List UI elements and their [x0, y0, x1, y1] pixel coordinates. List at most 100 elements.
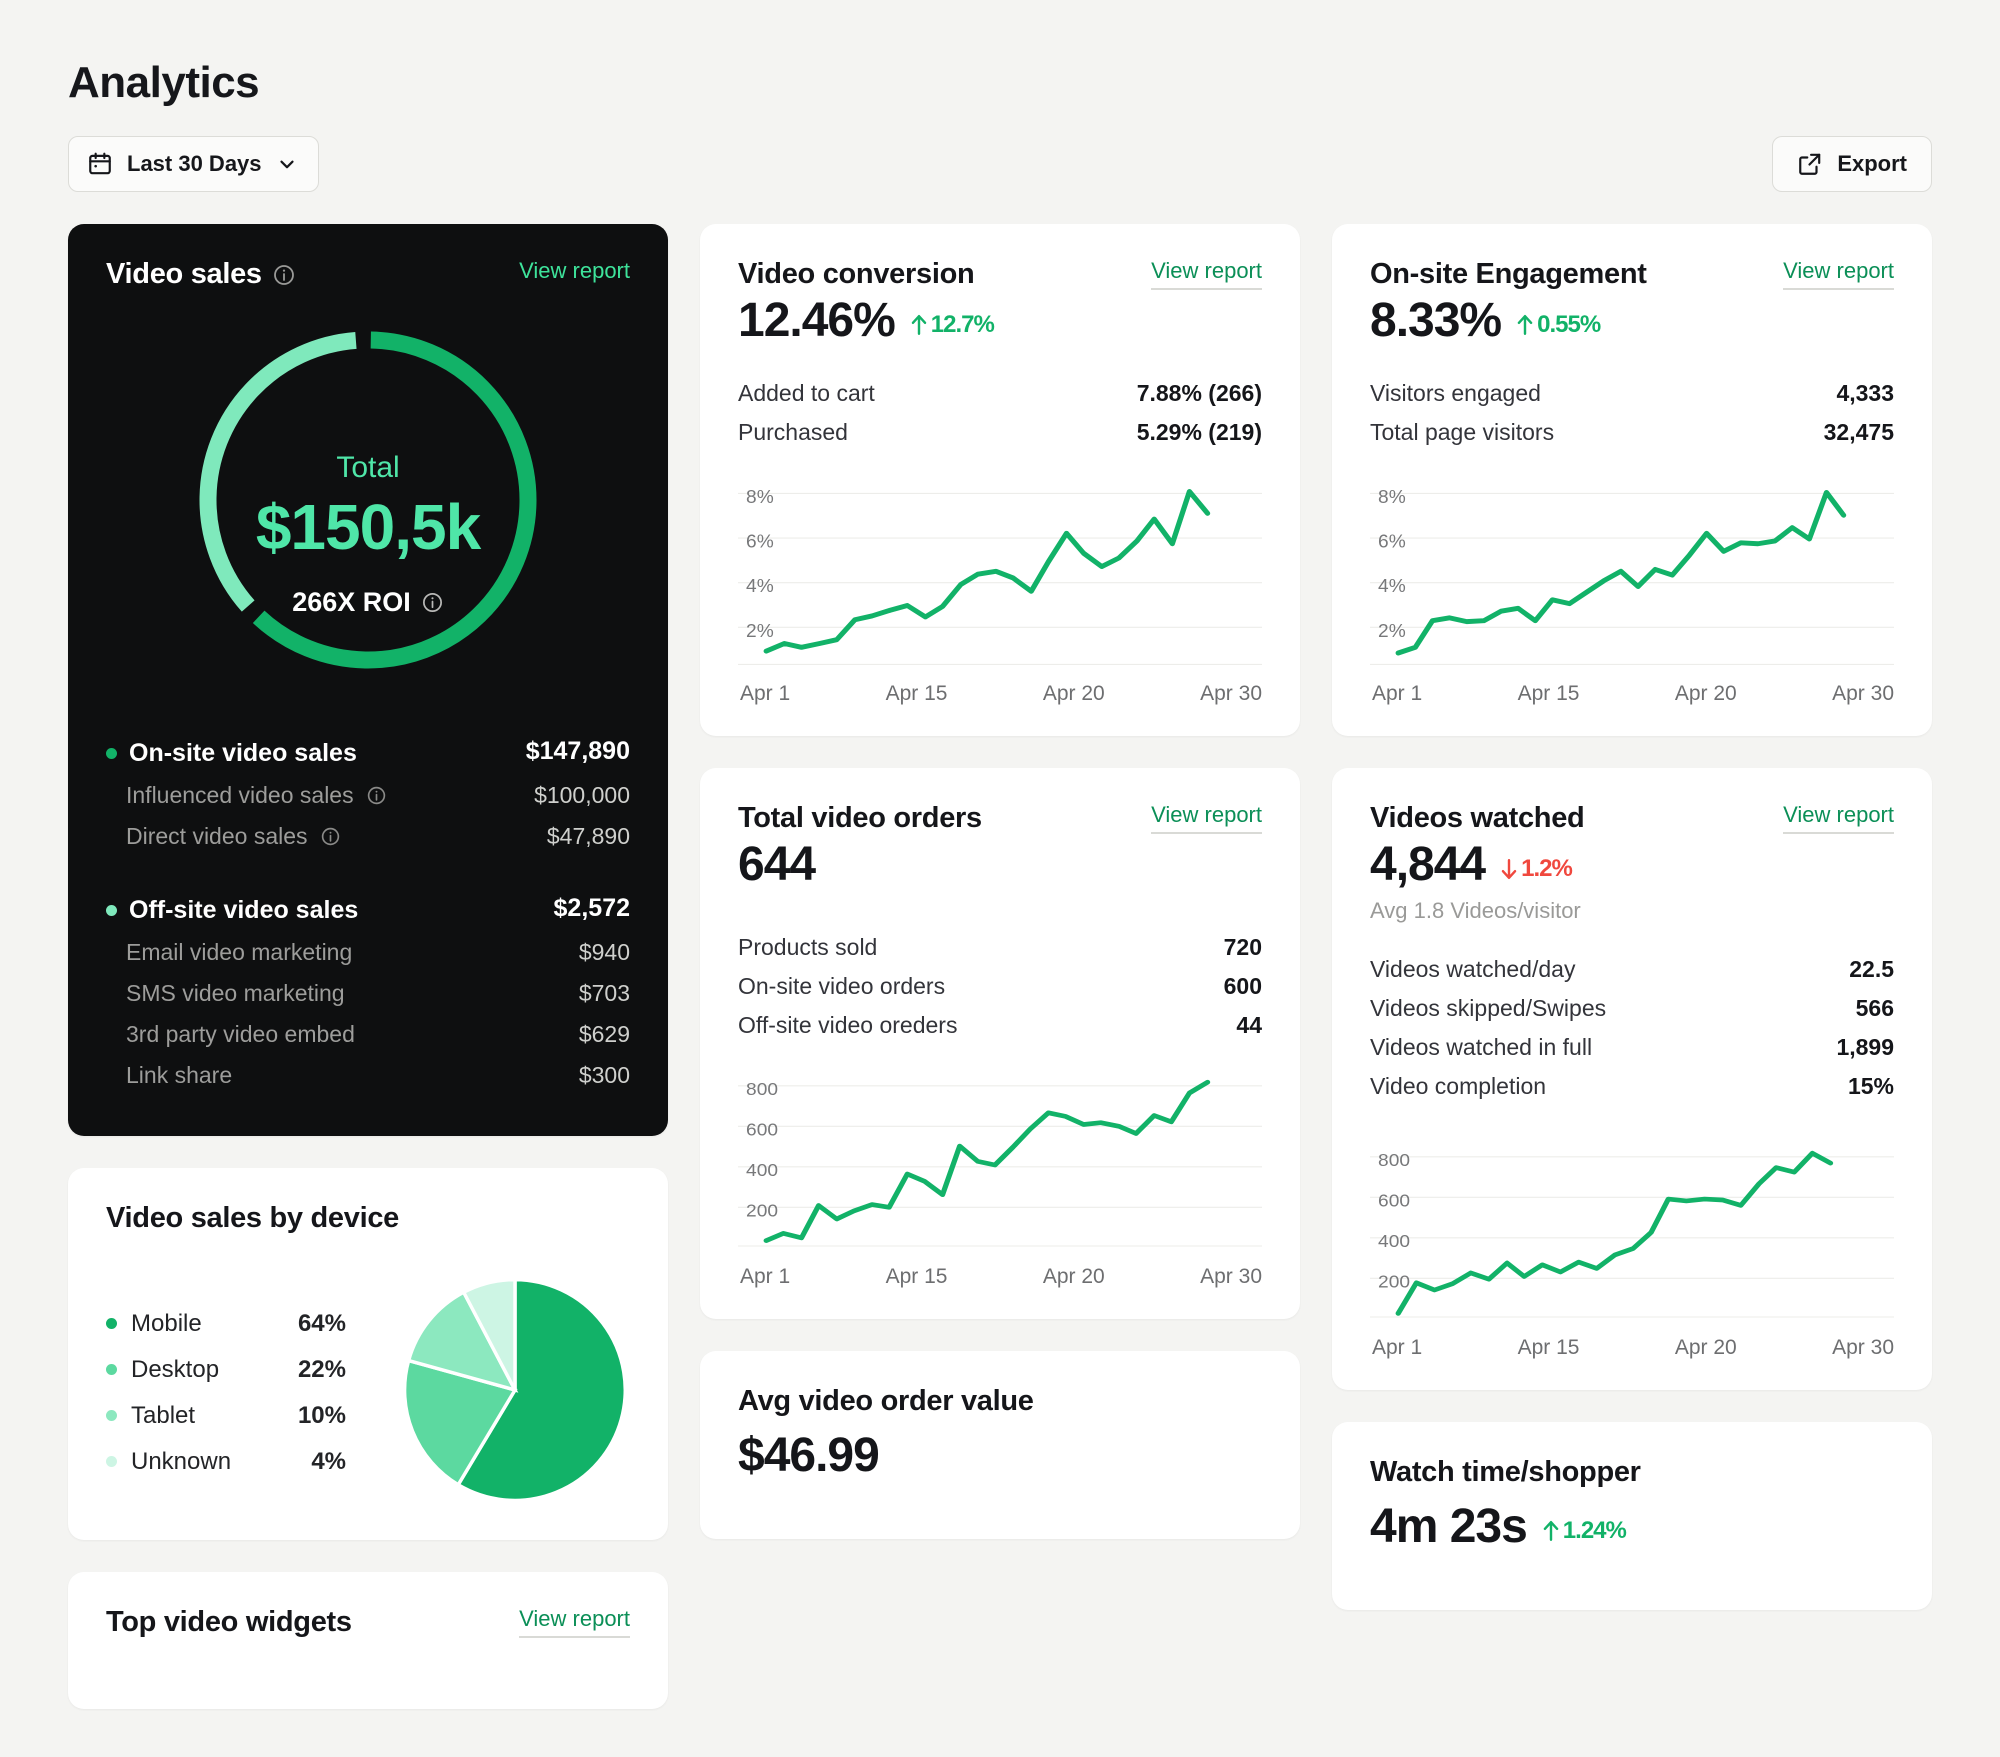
stat-row: Video completion 15% [1370, 1067, 1894, 1106]
info-icon[interactable] [272, 263, 296, 287]
video-conversion-view-report[interactable]: View report [1151, 258, 1262, 290]
legend-dot [106, 1318, 117, 1329]
page-title: Analytics [68, 58, 260, 107]
stat-row: Videos skipped/Swipes 566 [1370, 989, 1894, 1028]
stat-row: Products sold 720 [738, 928, 1262, 967]
device-pie-chart [400, 1275, 630, 1510]
ytick: 800 [1378, 1151, 1410, 1170]
column-right: On-site Engagement View report 8.33% 0.5… [1332, 224, 1932, 1610]
watch-time-value: 4m 23s [1370, 1500, 1528, 1553]
breakdown-item: Influenced video sales $100,000 [106, 775, 630, 816]
export-label: Export [1837, 151, 1907, 176]
xtick: Apr 30 [1200, 682, 1262, 705]
breakdown-item: Email video marketing $940 [106, 932, 630, 973]
ytick: 6% [1378, 531, 1406, 551]
external-link-icon [1797, 151, 1823, 177]
video-sales-view-report[interactable]: View report [519, 258, 630, 288]
stat-row: Added to cart 7.88% (266) [738, 374, 1262, 413]
breakdown-group-header: Off-site video sales $2,572 [106, 887, 630, 932]
info-icon[interactable] [320, 826, 341, 847]
stat-row: Videos watched/day 22.5 [1370, 950, 1894, 989]
xtick: Apr 15 [1517, 1336, 1580, 1359]
videos-watched-view-report[interactable]: View report [1783, 802, 1894, 834]
xtick: Apr 1 [1372, 1336, 1423, 1359]
avg-order-value-body [738, 1483, 1262, 1509]
breakdown-item: Link share $300 [106, 1055, 630, 1096]
toolbar: Last 30 Days Export [68, 136, 1940, 192]
sparkline-svg: 800 600 400 200 [1370, 1151, 1894, 1318]
breakdown-item: SMS video marketing $703 [106, 973, 630, 1014]
calendar-icon [87, 151, 113, 177]
video-sales-title-group: Video sales [106, 258, 296, 291]
device-card-body: Mobile 64% Desktop 22% Tablet 10% Unknow… [106, 1275, 630, 1510]
total-orders-view-report[interactable]: View report [1151, 802, 1262, 834]
roi-label: 266X ROI [292, 587, 411, 617]
stat-value: 15% [1847, 1073, 1894, 1099]
total-orders-value: 644 [738, 838, 816, 891]
video-conversion-chart: 8% 6% 4% 2% Apr 1 Apr 15 Apr 20 Apr 30 [738, 482, 1262, 706]
stat-row: On-site video orders 600 [738, 967, 1262, 1006]
stat-row: Total page visitors 32,475 [1370, 413, 1894, 452]
watch-time-body [1370, 1554, 1894, 1580]
ytick: 400 [1378, 1232, 1410, 1251]
videos-watched-delta: 1.2% [1499, 855, 1573, 883]
device-value: 4% [311, 1447, 346, 1475]
engagement-rows: Visitors engaged 4,333 Total page visito… [1370, 374, 1894, 452]
info-icon[interactable] [366, 785, 387, 806]
xtick: Apr 15 [885, 682, 948, 705]
ytick: 600 [746, 1120, 778, 1139]
videos-watched-title: Videos watched [1370, 802, 1585, 834]
video-conversion-header: Video conversion View report [738, 258, 1262, 291]
engagement-view-report[interactable]: View report [1783, 258, 1894, 290]
xtick: Apr 15 [885, 1265, 948, 1288]
top-widgets-view-report[interactable]: View report [519, 1606, 630, 1638]
engagement-title: On-site Engagement [1370, 258, 1647, 290]
group-label: On-site video sales [129, 739, 357, 767]
device-value: 64% [297, 1309, 346, 1337]
roi-row: 266X ROI [106, 587, 630, 618]
breakdown-item: 3rd party video embed $629 [106, 1014, 630, 1055]
chevron-down-icon [276, 153, 298, 175]
sparkline-path [1395, 489, 1847, 656]
engagement-xaxis: Apr 1 Apr 15 Apr 20 Apr 30 [1370, 682, 1894, 706]
delta-value: 0.55% [1537, 311, 1601, 338]
watch-time-delta: 1.24% [1541, 1517, 1627, 1545]
item-label: SMS video marketing [126, 980, 345, 1006]
ytick: 2% [1378, 620, 1406, 640]
ytick: 2% [746, 620, 774, 640]
pie-svg [402, 1277, 627, 1503]
ytick: 8% [746, 486, 774, 506]
arrow-up-icon [1517, 314, 1533, 336]
breakdown-item: Direct video sales $47,890 [106, 816, 630, 857]
donut-center-label: Total [336, 451, 399, 484]
video-sales-by-device-card: Video sales by device Mobile 64% Desktop… [68, 1168, 668, 1540]
stat-value: 44 [1236, 1012, 1262, 1038]
group-value: $2,572 [553, 894, 630, 922]
videos-watched-value-row: 4,844 1.2% [1370, 837, 1894, 892]
device-label: Desktop [131, 1355, 220, 1383]
video-conversion-title: Video conversion [738, 258, 975, 290]
date-range-filter[interactable]: Last 30 Days [68, 136, 319, 192]
videos-watched-chart: 800 600 400 200 Apr 1 Apr 15 Apr 20 Apr … [1370, 1146, 1894, 1360]
stat-value: 1,899 [1836, 1034, 1894, 1060]
videos-watched-value: 4,844 [1370, 838, 1486, 891]
device-legend-row: Unknown 4% [106, 1439, 346, 1485]
ytick: 6% [746, 531, 774, 551]
xtick: Apr 20 [1042, 1265, 1105, 1288]
ytick: 600 [1378, 1191, 1410, 1210]
stat-label: Added to cart [738, 380, 875, 406]
watch-time-value-row: 4m 23s 1.24% [1370, 1499, 1894, 1554]
watch-time-title: Watch time/shopper [1370, 1456, 1641, 1488]
item-value: $100,000 [534, 782, 630, 808]
info-icon[interactable] [421, 591, 444, 614]
device-legend-row: Desktop 22% [106, 1347, 346, 1393]
stat-value: 7.88% (266) [1136, 380, 1262, 406]
delta-value: 12.7% [930, 311, 995, 338]
device-value: 22% [297, 1355, 346, 1383]
video-conversion-card: Video conversion View report 12.46% 12.7… [700, 224, 1300, 736]
sparkline-svg: 800 600 400 200 [738, 1080, 1262, 1247]
xtick: Apr 1 [740, 1265, 791, 1288]
donut-svg: Total $150,5k [199, 331, 537, 669]
xtick: Apr 1 [740, 682, 791, 705]
export-button[interactable]: Export [1772, 136, 1932, 192]
